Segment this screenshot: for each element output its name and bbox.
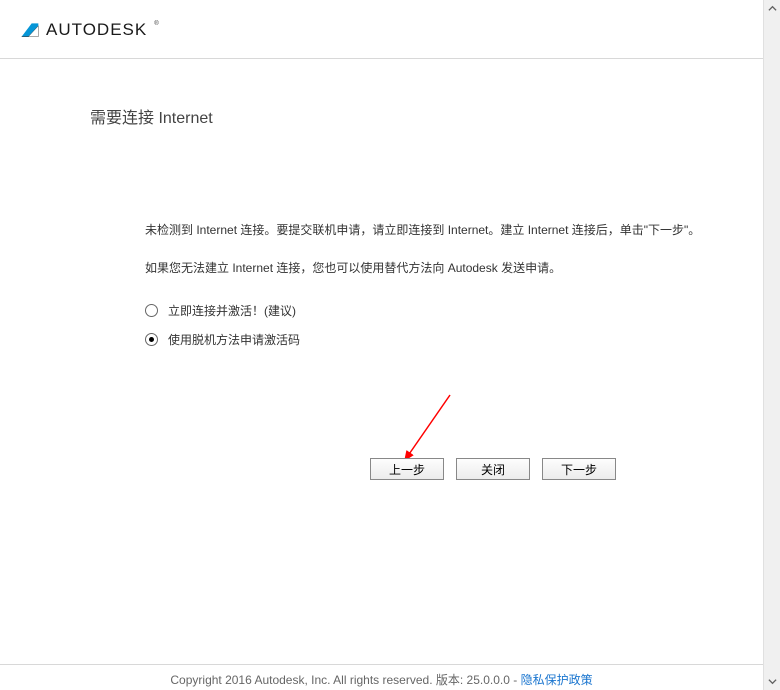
button-row: 上一步 关闭 下一步 [370, 458, 616, 480]
scroll-down-icon[interactable] [764, 673, 780, 690]
back-button[interactable]: 上一步 [370, 458, 444, 480]
body-text: 未检测到 Internet 连接。要提交联机申请，请立即连接到 Internet… [0, 128, 763, 280]
autodesk-logo-icon [20, 20, 40, 40]
paragraph-2: 如果您无法建立 Internet 连接，您也可以使用替代方法向 Autodesk… [145, 256, 703, 280]
radio-icon [145, 333, 158, 346]
header: AUTODESK ® [0, 0, 763, 59]
close-button[interactable]: 关闭 [456, 458, 530, 480]
vertical-scrollbar[interactable] [763, 0, 780, 690]
footer: Copyright 2016 Autodesk, Inc. All rights… [0, 664, 763, 690]
copyright-text: Copyright 2016 Autodesk, Inc. All rights… [170, 673, 520, 687]
radio-icon [145, 304, 158, 317]
autodesk-logo-text: AUTODESK [46, 20, 147, 40]
option-label: 立即连接并激活！(建议) [168, 302, 296, 319]
paragraph-1: 未检测到 Internet 连接。要提交联机申请，请立即连接到 Internet… [145, 218, 703, 242]
page-title: 需要连接 Internet [0, 59, 763, 128]
next-button[interactable]: 下一步 [542, 458, 616, 480]
option-connect-now[interactable]: 立即连接并激活！(建议) [145, 302, 763, 319]
option-offline-activation[interactable]: 使用脱机方法申请激活码 [145, 331, 763, 348]
option-label: 使用脱机方法申请激活码 [168, 331, 300, 348]
activation-options: 立即连接并激活！(建议) 使用脱机方法申请激活码 [0, 294, 763, 348]
autodesk-logo: AUTODESK ® [20, 20, 158, 40]
privacy-link[interactable]: 隐私保护政策 [521, 673, 593, 687]
scroll-up-icon[interactable] [764, 0, 780, 17]
